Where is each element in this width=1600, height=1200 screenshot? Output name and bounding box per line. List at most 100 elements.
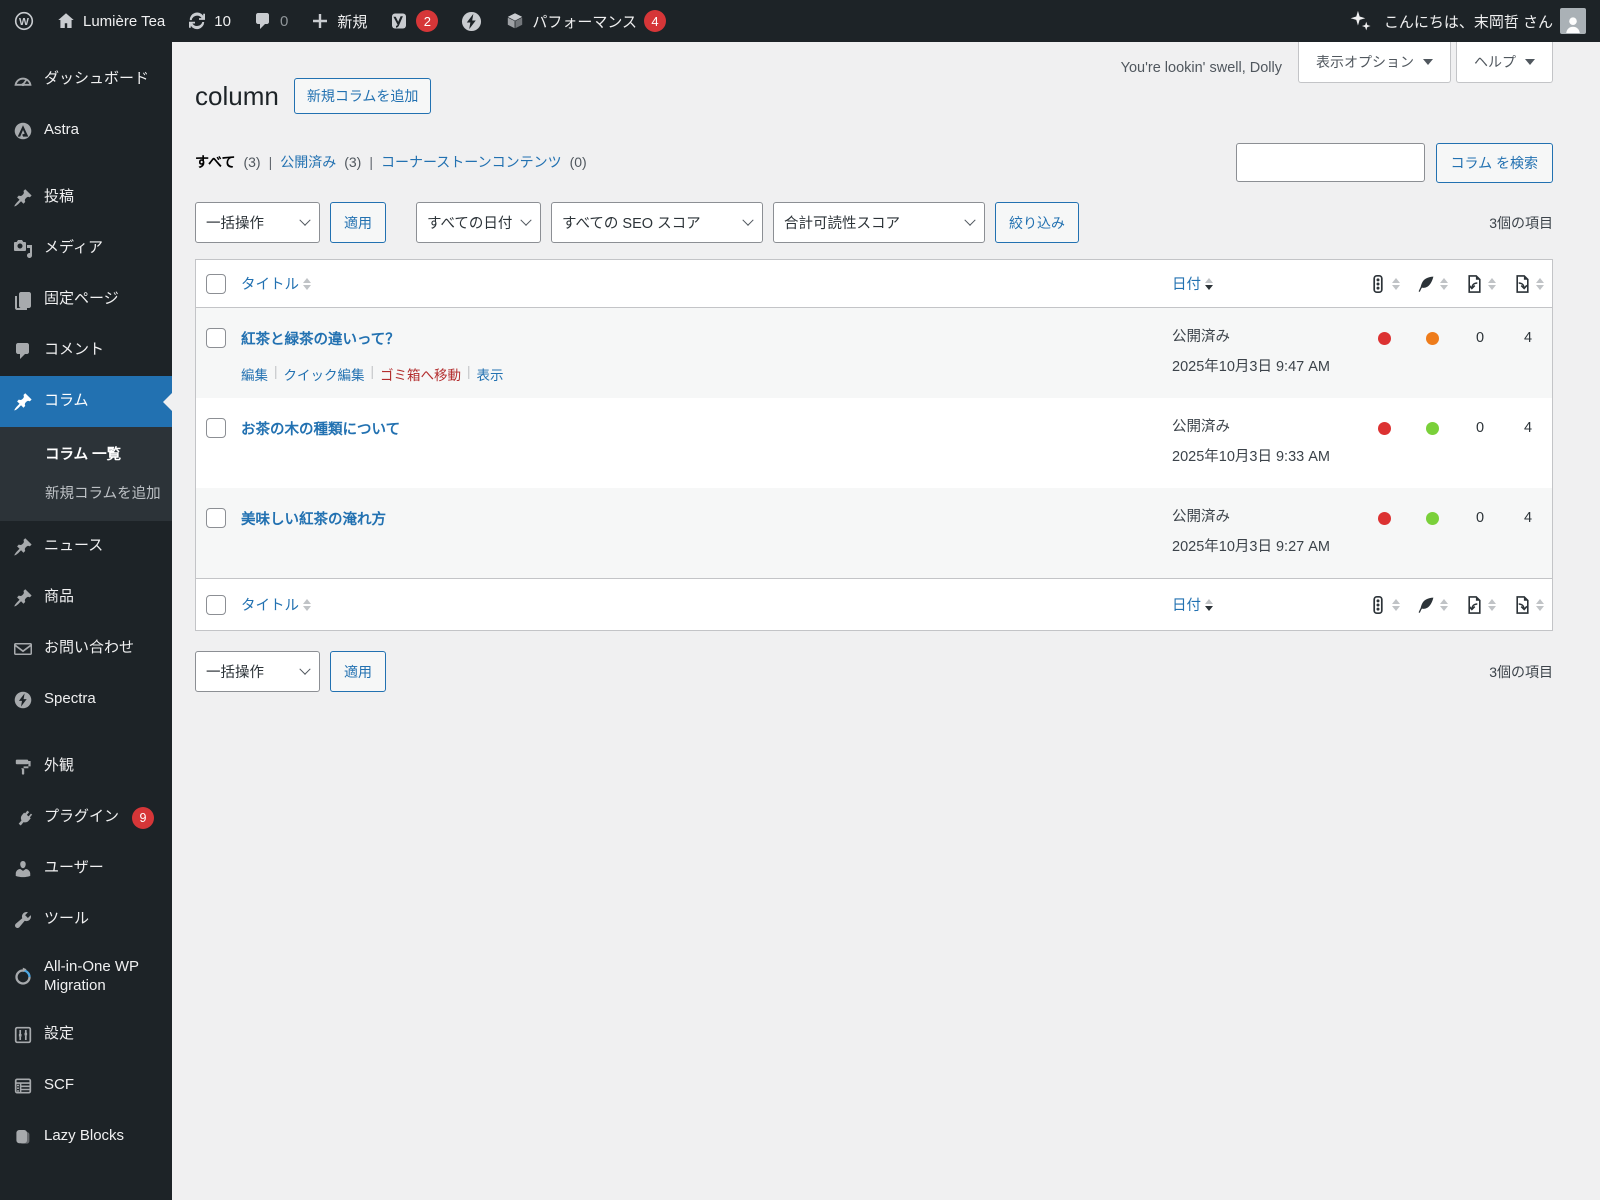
edit-action[interactable]: 編集 [241,364,268,384]
submenu-item-column-list[interactable]: コラム 一覧 [0,434,172,473]
sidebar-item-settings[interactable]: 設定 [0,1009,172,1060]
row-checkbox[interactable] [206,328,226,348]
yoast-icon [389,11,409,31]
row-checkbox[interactable] [206,508,226,528]
sort-by-date-header[interactable]: 日付 [1172,594,1360,615]
bulk-actions-select[interactable]: 一括操作 [195,651,320,692]
sort-by-title-header[interactable]: タイトル [241,594,1172,615]
table-row: お茶の木の種類について 公開済み 2025年10月3日 9:33 AM 0 4 [196,398,1552,488]
apply-button[interactable]: 適用 [330,202,386,243]
account-menu[interactable]: こんにちは、末岡哲 さん [1384,8,1586,34]
performance-menu[interactable]: パフォーマンス 4 [505,10,667,32]
sidebar-item-tools[interactable]: ツール [0,894,172,945]
quick-edit-action[interactable]: クイック編集 [284,364,365,384]
dashboard-icon [13,70,33,90]
add-new-column-button[interactable]: 新規コラムを追加 [293,78,432,114]
menu-separator [0,725,172,741]
sidebar-item-users[interactable]: ユーザー [0,843,172,894]
home-icon [56,11,76,31]
comments-link[interactable]: 0 [253,11,288,31]
sidebar-item-dashboard[interactable]: ダッシュボード [0,54,172,105]
yoast-notification-badge: 2 [416,10,439,32]
chevron-down-icon [1423,59,1433,70]
seo-score-column-header[interactable] [1360,274,1408,294]
post-title-link[interactable]: 美味しい紅茶の淹れ方 [241,512,386,528]
update-icon [187,11,207,31]
migration-icon [13,967,33,987]
readability-score-dot [1425,422,1439,435]
spectra-icon [460,10,483,33]
outgoing-links-column-header[interactable] [1504,595,1552,615]
help-toggle[interactable]: ヘルプ [1456,42,1553,83]
wordpress-logo-menu[interactable] [14,11,34,31]
incoming-links-column-header[interactable] [1456,595,1504,615]
sidebar-item-posts[interactable]: 投稿 [0,172,172,223]
envelope-icon [13,639,33,659]
sort-by-date-header[interactable]: 日付 [1172,273,1360,294]
sidebar-item-comments[interactable]: コメント [0,325,172,376]
admin-sidebar: ダッシュボード Astra 投稿 メディア 固定ページ コメント コラム コラム… [0,42,172,1200]
table-row: 美味しい紅茶の淹れ方 公開済み 2025年10月3日 9:27 AM 0 4 [196,488,1552,578]
post-title-link[interactable]: お茶の木の種類について [241,422,400,438]
readability-filter-select[interactable]: 合計可読性スコア [773,202,985,243]
sort-arrows-icon [303,274,311,294]
trash-action[interactable]: ゴミ箱へ移動 [380,364,461,384]
view-action[interactable]: 表示 [477,364,504,384]
filter-button[interactable]: 絞り込み [995,202,1079,243]
page-title: column [195,80,279,111]
sidebar-item-ai1wm[interactable]: All-in-One WP Migration [0,945,172,1009]
spectra-menu[interactable] [460,10,483,33]
sidebar-item-lazy-blocks[interactable]: Lazy Blocks [0,1111,172,1162]
view-cornerstone[interactable]: コーナーストーンコンテンツ [381,152,562,172]
updates-link[interactable]: 10 [187,11,231,31]
pushpin-icon [13,392,33,412]
readability-column-header[interactable] [1408,274,1456,294]
new-content-link[interactable]: 新規 [310,11,367,32]
post-status: 公開済み [1172,419,1230,435]
seo-score-dot [1377,512,1391,525]
sort-by-title-header[interactable]: タイトル [241,273,1172,294]
sort-arrows-icon [1440,595,1448,615]
w3tc-cube-icon [505,11,525,31]
admin-bar: Lumière Tea 10 0 新規 2 パフォーマンス 4 こんにちは、末岡… [0,0,1600,42]
media-icon [13,239,33,259]
seo-score-column-header[interactable] [1360,595,1408,615]
readability-column-header[interactable] [1408,595,1456,615]
sidebar-item-pages[interactable]: 固定ページ [0,274,172,325]
avatar [1560,8,1586,34]
apply-button[interactable]: 適用 [330,651,386,692]
view-published[interactable]: 公開済み [280,152,336,172]
search-input[interactable] [1235,143,1425,182]
sidebar-item-contact[interactable]: お問い合わせ [0,623,172,674]
date-filter-select[interactable]: すべての日付 [416,202,541,243]
feather-icon [1416,595,1436,615]
sidebar-item-products[interactable]: 商品 [0,572,172,623]
incoming-links-count: 0 [1475,330,1485,346]
sidebar-item-news[interactable]: ニュース [0,521,172,572]
sidebar-item-astra[interactable]: Astra [0,105,172,156]
yoast-seo-menu[interactable]: 2 [389,10,439,32]
sidebar-item-column[interactable]: コラム [0,376,172,427]
sidebar-item-scf[interactable]: SCF [0,1060,172,1111]
post-date: 2025年10月3日 9:27 AM [1172,538,1330,555]
sidebar-item-media[interactable]: メディア [0,223,172,274]
sparkle-icon[interactable] [1348,9,1372,33]
screen-options-toggle[interactable]: 表示オプション [1298,42,1451,83]
select-all-checkbox[interactable] [206,273,226,294]
incoming-links-column-header[interactable] [1456,274,1504,294]
select-all-checkbox[interactable] [206,594,226,615]
chevron-down-icon [299,214,311,226]
row-checkbox[interactable] [206,418,226,438]
site-name-link[interactable]: Lumière Tea [56,11,165,31]
post-title-link[interactable]: 紅茶と緑茶の違いって？ [241,332,400,348]
submenu-item-add-new-column[interactable]: 新規コラムを追加 [0,473,172,512]
sidebar-item-appearance[interactable]: 外観 [0,741,172,792]
sidebar-item-plugins[interactable]: プラグイン 9 [0,792,172,843]
seo-score-dot [1377,422,1391,435]
outgoing-links-column-header[interactable] [1504,274,1552,294]
search-columns-button[interactable]: コラム を検索 [1435,143,1553,183]
seo-score-filter-select[interactable]: すべての SEO スコア [551,202,763,243]
bulk-actions-select[interactable]: 一括操作 [195,202,320,243]
sidebar-item-spectra[interactable]: Spectra [0,674,172,725]
view-all[interactable]: すべて [195,152,235,172]
